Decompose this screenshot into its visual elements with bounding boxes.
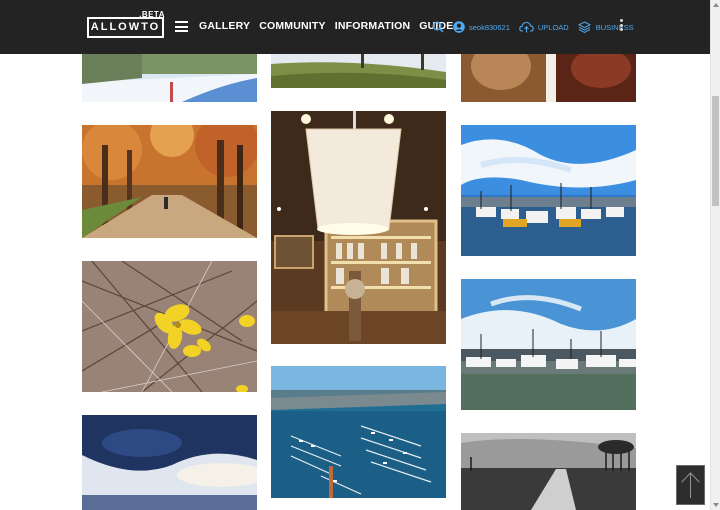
upload-label: UPLOAD xyxy=(537,22,569,32)
user-menu[interactable]: seok830621 xyxy=(453,21,510,33)
business-label: BUSINESS xyxy=(595,22,634,32)
gallery-photo-fishing-port[interactable] xyxy=(461,279,636,410)
gallery-photo-aerial-marina[interactable] xyxy=(271,366,446,498)
gallery-photo-snowy-park[interactable] xyxy=(82,54,257,102)
gallery-photo-stormy-sky[interactable] xyxy=(82,415,257,510)
search-icon[interactable] xyxy=(432,21,444,33)
upload-button[interactable]: UPLOAD xyxy=(519,21,569,33)
gallery-photo-forsythia[interactable] xyxy=(82,261,257,392)
nav-community[interactable]: COMMUNITY xyxy=(259,20,326,32)
scroll-up-arrow-icon[interactable] xyxy=(713,3,719,7)
arrow-up-icon xyxy=(677,466,704,504)
logo-text: ALLOWTO xyxy=(87,17,164,38)
page-scrollbar[interactable] xyxy=(710,0,720,510)
back-to-top-button[interactable] xyxy=(676,465,705,505)
cloud-upload-icon xyxy=(519,21,534,33)
business-button[interactable]: BUSINESS xyxy=(577,21,634,33)
nav-gallery[interactable]: GALLERY xyxy=(199,20,250,32)
header-tools: seok830621 UPLOAD BUSINESS xyxy=(432,18,643,36)
top-navigation-bar: .BETA ALLOWTO GALLERY COMMUNITY INFORMAT… xyxy=(0,0,710,54)
scrollbar-thumb[interactable] xyxy=(712,96,719,206)
hamburger-icon[interactable] xyxy=(175,21,188,32)
gallery-photo-autumn-path[interactable] xyxy=(82,125,257,238)
kebab-menu-icon[interactable] xyxy=(620,19,624,33)
scroll-down-arrow-icon[interactable] xyxy=(713,503,719,507)
gallery-photo-grassy-hill[interactable] xyxy=(271,54,446,88)
user-icon xyxy=(453,21,465,33)
gallery-photo-cafe-lamp[interactable] xyxy=(271,111,446,344)
nav-information[interactable]: INFORMATION xyxy=(335,20,411,32)
site-logo[interactable]: .BETA ALLOWTO xyxy=(87,10,167,40)
main-nav: GALLERY COMMUNITY INFORMATION GUIDE xyxy=(199,20,454,32)
gallery-photo-cafe-cups[interactable] xyxy=(461,54,636,102)
username: seok830621 xyxy=(469,22,510,32)
gallery-photo-bw-field-road[interactable] xyxy=(461,433,636,510)
layers-icon xyxy=(577,21,591,33)
page: .BETA ALLOWTO GALLERY COMMUNITY INFORMAT… xyxy=(0,0,720,510)
gallery-photo-harbor-boats[interactable] xyxy=(461,125,636,256)
